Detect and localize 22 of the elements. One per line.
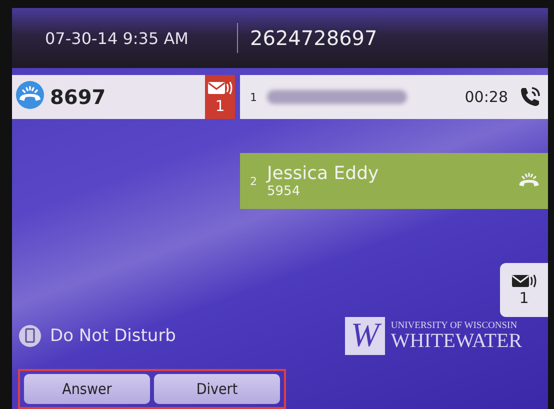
softkey-button[interactable]: Divert — [154, 374, 280, 404]
phone-number: 2624728697 — [250, 26, 378, 50]
active-call-row[interactable]: 1 00:28 — [240, 75, 548, 119]
date-time: 07-30-14 9:35 AM — [44, 28, 190, 48]
voicemail-indicator[interactable]: 1 — [205, 75, 235, 119]
call-timer: 00:28 — [464, 88, 508, 106]
line-button[interactable]: 8697 — [12, 75, 205, 119]
phone-handset-icon — [518, 85, 542, 109]
voicemail-count: 1 — [215, 96, 225, 114]
line-number: 8697 — [50, 85, 106, 109]
caller-extension: 5954 — [267, 184, 302, 199]
softkey-button[interactable]: Answer — [24, 374, 150, 404]
caller-name: Jessica Eddy — [267, 163, 380, 184]
envelope-icon — [511, 273, 537, 289]
do-not-disturb-icon — [18, 324, 42, 348]
call-index: 2 — [250, 174, 257, 188]
voicemail-tab[interactable]: 1 — [500, 263, 548, 317]
do-not-disturb-label: Do Not Disturb — [50, 326, 176, 346]
envelope-icon — [207, 80, 233, 96]
line-status-icon — [16, 81, 44, 109]
voicemail-count: 1 — [519, 289, 529, 307]
call-index: 1 — [250, 90, 257, 104]
